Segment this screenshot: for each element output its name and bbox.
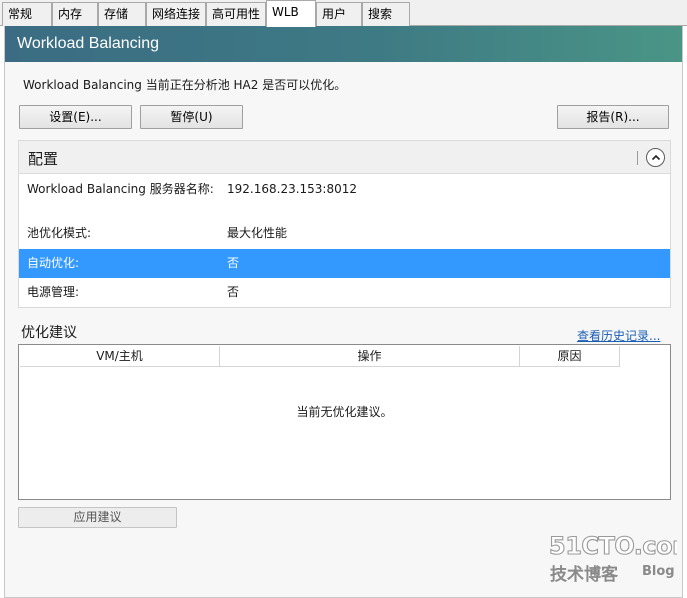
- watermark-site-text: 51CTO.com: [549, 532, 677, 560]
- configuration-title: 配置: [28, 150, 59, 168]
- config-key: 电源管理:: [27, 285, 80, 299]
- config-key: Workload Balancing 服务器名称:: [27, 182, 214, 196]
- tab-storage[interactable]: 存储: [98, 2, 146, 26]
- tab-wlb[interactable]: WLB: [266, 0, 316, 27]
- config-key: 池优化模式:: [27, 226, 92, 240]
- config-row-automation[interactable]: 自动优化: 否: [19, 249, 670, 278]
- view-history-link[interactable]: 查看历史记录...: [577, 327, 660, 344]
- apply-recommendations-button[interactable]: 应用建议: [18, 507, 177, 528]
- column-header-reason[interactable]: 原因: [520, 346, 620, 367]
- tab-networking[interactable]: 网络连接: [146, 2, 206, 26]
- recommendations-table[interactable]: VM/主机 操作 原因 当前无优化建议。: [18, 344, 671, 500]
- config-row-power-management[interactable]: 电源管理: 否: [19, 278, 670, 307]
- config-key: 自动优化:: [27, 256, 80, 270]
- config-value: 否: [227, 285, 240, 299]
- tab-high-availability[interactable]: 高可用性: [206, 2, 266, 26]
- configuration-header: 配置: [19, 141, 670, 174]
- collapse-button[interactable]: [646, 148, 665, 167]
- chevron-up-icon: [651, 154, 661, 161]
- watermark-tag-text: Blog: [642, 564, 675, 579]
- watermark-sub-text: 技术博客: [550, 564, 619, 585]
- config-value: 否: [227, 256, 240, 270]
- site-watermark: 51CTO.com 技术博客 Blog: [548, 531, 677, 585]
- empty-recommendations-message: 当前无优化建议。: [296, 405, 393, 419]
- config-value: 192.168.23.153:8012: [227, 182, 358, 196]
- status-description: Workload Balancing 当前正在分析池 HA2 是否可以优化。: [23, 78, 347, 92]
- config-value: 最大化性能: [227, 226, 288, 240]
- header-divider: [637, 151, 638, 165]
- column-header-operation[interactable]: 操作: [220, 346, 520, 367]
- config-row-server[interactable]: Workload Balancing 服务器名称: 192.168.23.153…: [19, 177, 670, 217]
- tab-search[interactable]: 搜索: [362, 2, 410, 26]
- settings-button[interactable]: 设置(E)...: [19, 105, 132, 129]
- pause-button[interactable]: 暂停(U): [140, 105, 243, 129]
- recommendations-title: 优化建议: [21, 325, 77, 341]
- report-button[interactable]: 报告(R)...: [557, 105, 669, 129]
- configuration-section: 配置 Workload Balancing 服务器名称: 192.168.23.…: [18, 140, 671, 308]
- tab-general[interactable]: 常规: [2, 2, 52, 26]
- tab-users[interactable]: 用户: [316, 2, 362, 26]
- panel-header: Workload Balancing: [5, 26, 682, 62]
- tab-bar: 常规 内存 存储 网络连接 高可用性 WLB 用户 搜索: [0, 0, 687, 27]
- config-row-optimization-mode[interactable]: 池优化模式: 最大化性能: [19, 219, 670, 248]
- tab-memory[interactable]: 内存: [52, 2, 98, 26]
- wlb-panel: Workload Balancing Workload Balancing 当前…: [4, 26, 683, 598]
- column-header-vm-host[interactable]: VM/主机: [20, 346, 220, 367]
